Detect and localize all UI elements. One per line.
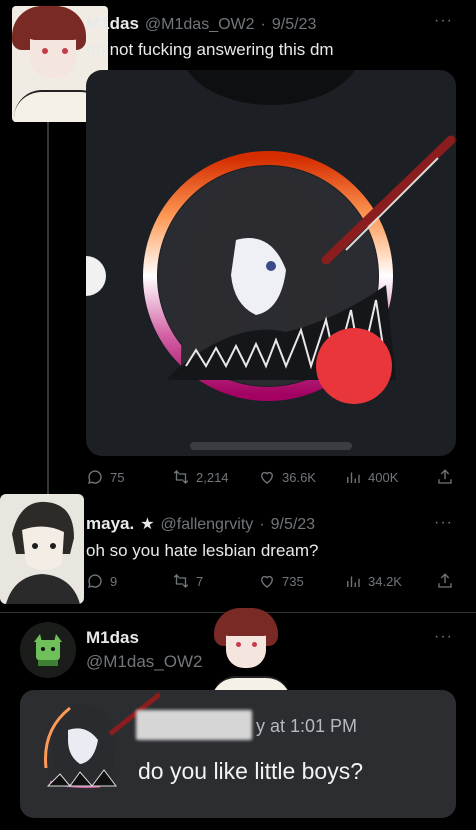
avatar-m1das-round[interactable] (20, 622, 76, 678)
tweet-date[interactable]: 9/5/23 (271, 516, 315, 534)
redacted-username (136, 710, 252, 740)
heart-icon (261, 575, 273, 588)
reply-count: 9 (110, 573, 118, 589)
views-icon (347, 472, 360, 483)
tweet1-header: M1das @M1das_OW2 · 9/5/23 (86, 14, 316, 34)
like-button[interactable]: 36.6K (258, 468, 316, 486)
share-button[interactable] (436, 468, 454, 486)
reply-count: 75 (110, 469, 125, 485)
handle[interactable]: @M1das_OW2 (86, 652, 202, 672)
sticker-m1das (212, 604, 290, 698)
thread-line-1 (47, 122, 49, 502)
more-options-icon[interactable]: ··· (434, 12, 453, 30)
tweet-media[interactable] (86, 70, 456, 456)
media-illustration (86, 70, 456, 450)
repost-icon (173, 574, 189, 588)
repost-button[interactable]: 2,214 (172, 468, 229, 486)
tweet2-header: maya. ★ @fallengrvity · 9/5/23 (86, 514, 315, 534)
share-icon (438, 573, 452, 588)
repost-icon (173, 470, 189, 484)
avatar-illustration (6, 501, 80, 604)
message-text: do you like little boys? (138, 758, 364, 784)
handle[interactable]: @M1das_OW2 (145, 16, 255, 34)
share-icon (438, 469, 452, 484)
display-name[interactable]: maya. (86, 514, 134, 534)
views-count: 34.2K (368, 573, 402, 589)
dot-separator: · (260, 16, 266, 33)
avatar-illustration (34, 634, 62, 666)
views-icon (347, 576, 360, 587)
tweet-text: Im not fucking answering this dm (86, 40, 334, 59)
reply-icon (88, 574, 102, 588)
views-count: 400K (368, 469, 399, 485)
repost-count: 7 (196, 573, 204, 589)
like-count: 36.6K (282, 469, 316, 485)
reply-button[interactable]: 75 (86, 468, 124, 486)
star-badge: ★ (140, 516, 155, 533)
dot-separator: · (259, 516, 265, 533)
like-button[interactable]: 735 (258, 572, 304, 590)
display-name[interactable]: M1das (86, 14, 139, 34)
like-count: 735 (282, 573, 304, 589)
views-button[interactable]: 34.2K (344, 572, 402, 590)
tweet-text: oh so you hate lesbian dream? (86, 541, 319, 560)
repost-count: 2,214 (196, 469, 229, 485)
more-options-icon[interactable]: ··· (434, 514, 453, 532)
share-button[interactable] (436, 572, 454, 590)
heart-icon (261, 471, 273, 484)
more-options-icon[interactable]: ··· (434, 628, 453, 646)
repost-button[interactable]: 7 (172, 572, 203, 590)
message-timestamp: y at 1:01 PM (256, 716, 358, 736)
display-name[interactable]: M1das (86, 628, 139, 648)
views-button[interactable]: 400K (344, 468, 398, 486)
reply-button[interactable]: 9 (86, 572, 117, 590)
discord-message-embed[interactable]: y at 1:01 PM do you like little boys? (20, 690, 456, 818)
reply-icon (88, 470, 102, 484)
handle[interactable]: @fallengrvity (161, 516, 254, 534)
tweet-date[interactable]: 9/5/23 (272, 16, 316, 34)
avatar-maya[interactable] (0, 494, 84, 604)
